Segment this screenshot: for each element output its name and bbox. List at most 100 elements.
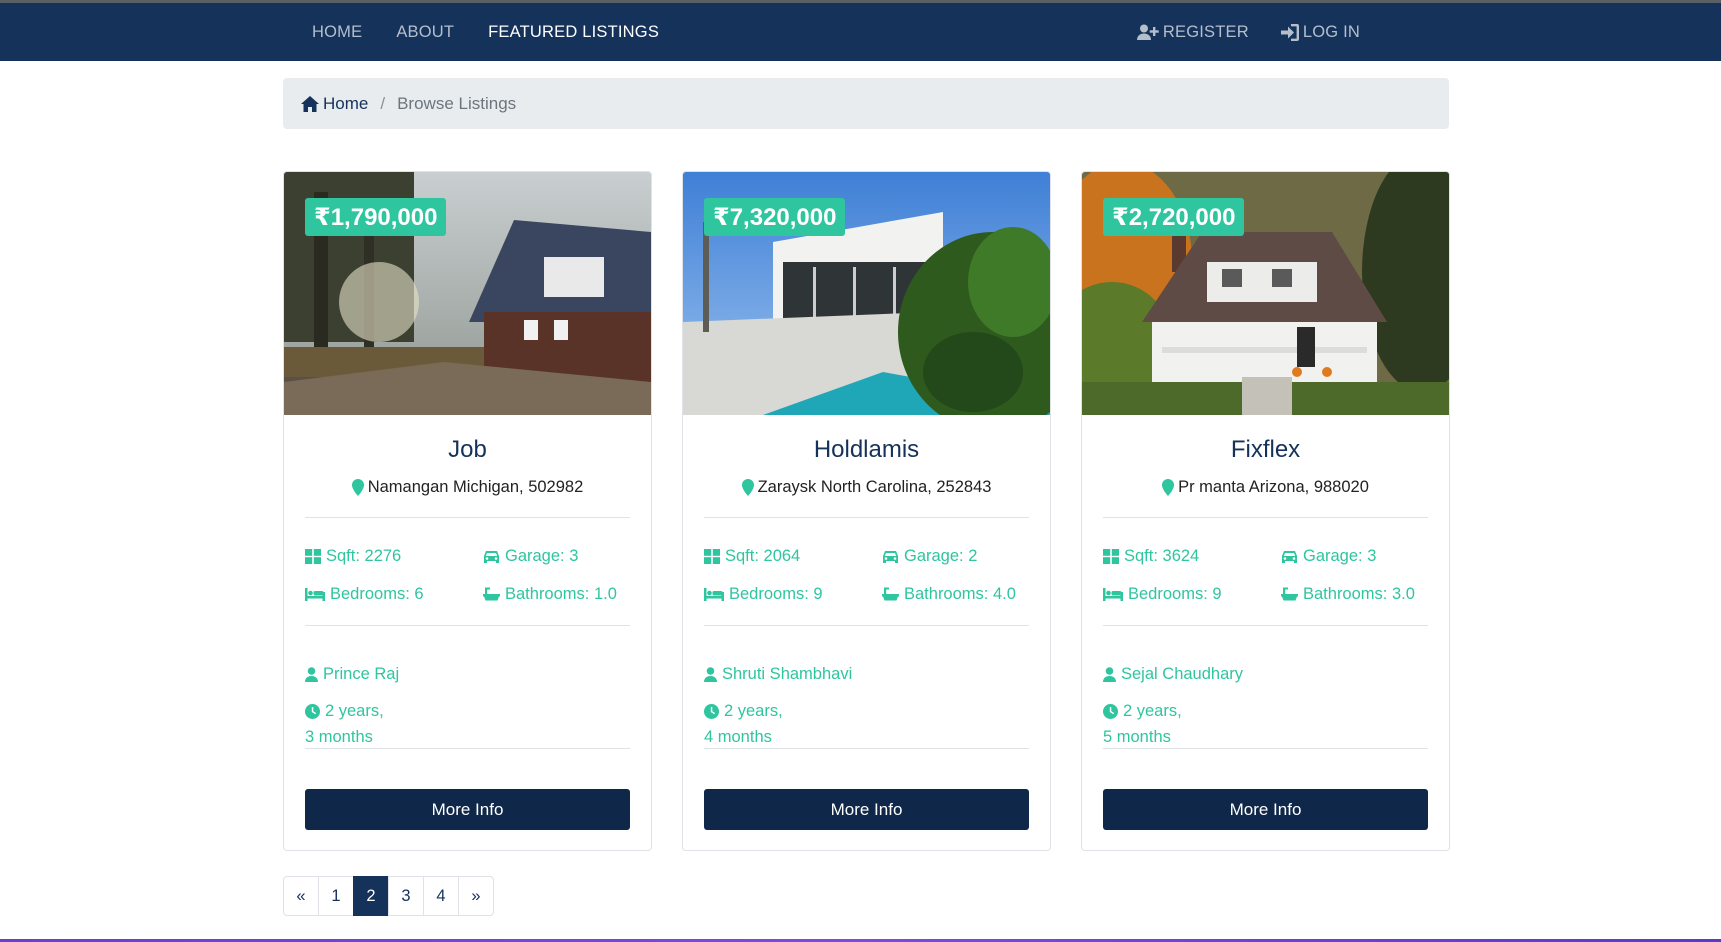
register-label: REGISTER <box>1162 22 1249 41</box>
listing-sqft: Sqft: 3624 <box>1103 547 1199 566</box>
breadcrumb-current: Browse Listings <box>397 93 517 113</box>
bathrooms-text: Bathrooms: 3.0 <box>1303 585 1415 603</box>
divider <box>704 517 1029 518</box>
listing-bathrooms: Bathrooms: 4.0 <box>882 585 1016 604</box>
listing-photo[interactable]: ₹2,720,000 <box>1082 172 1449 415</box>
garage-text: Garage: 2 <box>904 547 978 565</box>
listing-card: ₹1,790,000 Job Namangan Michigan, 502982… <box>283 171 652 851</box>
listing-address: Zaraysk North Carolina, 252843 <box>683 478 1050 497</box>
bath-icon <box>483 587 500 601</box>
divider <box>1103 748 1428 749</box>
pagination-page-4[interactable]: 4 <box>423 876 459 916</box>
user-icon <box>1103 667 1116 682</box>
listing-agent: Sejal Chaudhary <box>1103 665 1243 684</box>
divider <box>704 625 1029 626</box>
user-plus-icon <box>1136 24 1159 40</box>
agent-name: Shruti Shambhavi <box>722 665 853 683</box>
listing-listed-time: 2 years, 5 months <box>1103 698 1182 750</box>
address-text: Namangan Michigan, 502982 <box>367 478 584 496</box>
listing-garage: Garage: 3 <box>1281 547 1376 566</box>
login-link[interactable]: LOG IN <box>1265 23 1376 42</box>
listing-price-badge: ₹1,790,000 <box>305 198 447 236</box>
login-label: LOG IN <box>1302 22 1360 41</box>
sqft-text: Sqft: 3624 <box>1124 547 1200 565</box>
pagination-prev[interactable]: « <box>283 876 319 916</box>
time-line-2: 3 months <box>305 728 373 746</box>
bedrooms-text: Bedrooms: 9 <box>1128 585 1222 603</box>
listing-bedrooms: Bedrooms: 6 <box>305 585 424 604</box>
listing-bedrooms: Bedrooms: 9 <box>704 585 823 604</box>
nav-about-link[interactable]: ABOUT <box>379 23 471 42</box>
clock-icon <box>305 703 320 719</box>
time-line-1: 2 years, <box>325 702 384 720</box>
listing-sqft: Sqft: 2064 <box>704 547 800 566</box>
bed-icon <box>1103 588 1123 601</box>
nav-home-link[interactable]: HOME <box>295 23 379 42</box>
pagination-page-1[interactable]: 1 <box>318 876 354 916</box>
bathrooms-text: Bathrooms: 4.0 <box>904 585 1016 603</box>
listing-listed-time: 2 years, 3 months <box>305 698 384 750</box>
bedrooms-text: Bedrooms: 9 <box>729 585 823 603</box>
listing-card: ₹7,320,000 Holdlamis Zaraysk North Carol… <box>682 171 1051 851</box>
nav-menu: HOME ABOUT FEATURED LISTINGS <box>295 3 676 61</box>
breadcrumb-home-link[interactable]: Home <box>301 94 368 114</box>
listing-address: Namangan Michigan, 502982 <box>284 478 651 497</box>
listing-address: Pr manta Arizona, 988020 <box>1082 478 1449 497</box>
bed-icon <box>305 588 325 601</box>
agent-name: Prince Raj <box>323 665 400 683</box>
pagination-page-3[interactable]: 3 <box>388 876 424 916</box>
grid-icon <box>1103 549 1119 564</box>
listing-photo[interactable]: ₹1,790,000 <box>284 172 651 415</box>
nav-featured-listings-link[interactable]: FEATURED LISTINGS <box>471 23 676 42</box>
map-marker-icon <box>1162 479 1175 496</box>
listing-photo[interactable]: ₹7,320,000 <box>683 172 1050 415</box>
listing-garage: Garage: 2 <box>882 547 977 566</box>
listing-garage: Garage: 3 <box>483 547 578 566</box>
divider <box>305 517 630 518</box>
listing-agent: Shruti Shambhavi <box>704 665 852 684</box>
car-icon <box>1282 550 1297 563</box>
breadcrumb-home-label: Home <box>323 93 369 113</box>
map-marker-icon <box>741 479 754 496</box>
more-info-button[interactable]: More Info <box>1103 789 1428 830</box>
pagination: « 1 2 3 4 » <box>283 876 494 916</box>
map-marker-icon <box>351 479 364 496</box>
garage-text: Garage: 3 <box>505 547 579 565</box>
listing-listed-time: 2 years, 4 months <box>704 698 783 750</box>
listing-price-badge: ₹2,720,000 <box>1103 198 1245 236</box>
listing-title: Job <box>448 436 487 463</box>
user-icon <box>704 667 717 682</box>
breadcrumb-separator: / <box>380 93 386 113</box>
listing-price-badge: ₹7,320,000 <box>704 198 846 236</box>
listing-title: Holdlamis <box>813 436 920 463</box>
time-line-1: 2 years, <box>1123 702 1182 720</box>
divider <box>1103 625 1428 626</box>
breadcrumb: Home / Browse Listings <box>283 78 1449 129</box>
navbar: HOME ABOUT FEATURED LISTINGS REGISTER LO… <box>0 3 1721 61</box>
bath-icon <box>1281 587 1298 601</box>
nav-auth: REGISTER LOG IN <box>1121 3 1376 61</box>
grid-icon <box>704 549 720 564</box>
address-text: Pr manta Arizona, 988020 <box>1178 478 1369 496</box>
agent-name: Sejal Chaudhary <box>1121 665 1243 683</box>
user-icon <box>305 667 318 682</box>
listing-card: ₹2,720,000 Fixflex Pr manta Arizona, 988… <box>1081 171 1450 851</box>
home-icon <box>301 95 319 112</box>
more-info-button[interactable]: More Info <box>704 789 1029 830</box>
pagination-page-2[interactable]: 2 <box>353 876 389 916</box>
time-line-2: 4 months <box>704 728 772 746</box>
bathrooms-text: Bathrooms: 1.0 <box>505 585 617 603</box>
divider <box>1103 517 1428 518</box>
sign-in-icon <box>1280 23 1299 41</box>
listing-agent: Prince Raj <box>305 665 399 684</box>
garage-text: Garage: 3 <box>1303 547 1377 565</box>
divider <box>305 748 630 749</box>
pagination-next[interactable]: » <box>458 876 494 916</box>
sqft-text: Sqft: 2276 <box>326 547 402 565</box>
car-icon <box>883 550 898 563</box>
bedrooms-text: Bedrooms: 6 <box>330 585 424 603</box>
listing-bathrooms: Bathrooms: 1.0 <box>483 585 617 604</box>
more-info-button[interactable]: More Info <box>305 789 630 830</box>
register-link[interactable]: REGISTER <box>1121 23 1265 42</box>
divider <box>704 748 1029 749</box>
